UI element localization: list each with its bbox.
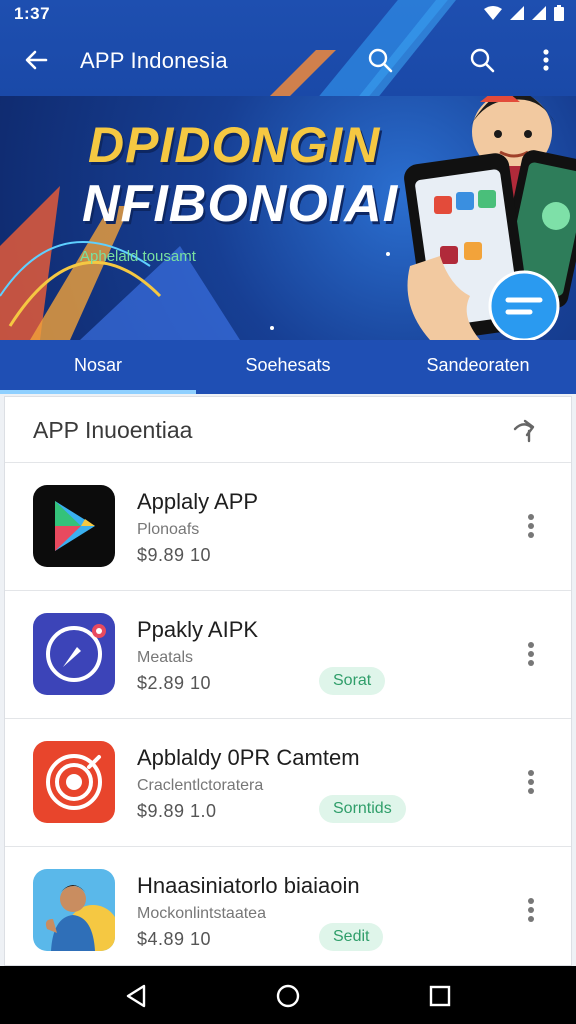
app-price: $9.89 1.0 [137, 801, 217, 821]
app-name: Ppakly AIPK [137, 617, 259, 642]
more-vert-icon[interactable] [527, 769, 535, 795]
app-price: $4.89 10 [137, 929, 212, 949]
target-app-icon [33, 741, 115, 823]
app-name: Applaly APP [137, 489, 259, 514]
app-category: Meatals [137, 649, 194, 666]
promo-banner[interactable]: DPIDONGIN NFIBONOIAI Aphelald tousamt [0, 96, 576, 340]
arrow-back-icon[interactable] [22, 46, 50, 74]
more-vert-icon[interactable] [527, 513, 535, 539]
status-bar: 1:37 [0, 0, 576, 26]
banner-headline: DPIDONGIN [88, 117, 381, 173]
battery-icon [554, 5, 564, 21]
wifi-icon [484, 6, 502, 20]
status-time: 1:37 [14, 4, 51, 23]
list-title: APP Inuoentiaa [33, 417, 193, 443]
app-price: $2.89 10 [137, 673, 212, 693]
search-icon-secondary[interactable] [468, 46, 496, 74]
compass-app-icon [33, 613, 115, 695]
list-header: APP Inuoentiaa [5, 397, 571, 463]
signal-icon [510, 6, 524, 20]
status-icons [484, 5, 564, 21]
recents-nav-icon[interactable] [426, 982, 454, 1010]
more-vert-icon[interactable] [527, 641, 535, 667]
banner-subtitle: Aphelald tousamt [80, 248, 196, 265]
app-name: Hnaasiniatorlo biaiaoin [137, 873, 360, 898]
back-nav-icon[interactable] [122, 982, 150, 1010]
app-category: Mockonlintstaatea [137, 905, 266, 922]
app-category: Plonoafs [137, 521, 200, 538]
more-vert-icon[interactable] [532, 46, 560, 74]
list-item[interactable]: Hnaasiniatorlo biaiaoin Mockonlintstaate… [5, 847, 571, 965]
signal-icon-2 [532, 6, 546, 20]
search-icon[interactable] [366, 46, 394, 74]
app-category: Craclentlctoratera [137, 777, 264, 794]
app-price: $9.89 10 [137, 545, 212, 565]
top-bar: 1:37 APP Indonesia [0, 0, 576, 100]
app-bar: APP Indonesia [0, 26, 576, 96]
tab-sandeoraten[interactable]: Sandeoraten [380, 340, 576, 394]
app-list-card: APP Inuoentiaa Applaly APP Plonoafs $9.8… [4, 396, 572, 966]
person-app-icon [33, 869, 115, 951]
app-name: Apblaldy 0PR Camtem [137, 745, 360, 770]
more-vert-icon[interactable] [527, 897, 535, 923]
google-play-icon [33, 485, 115, 567]
app-screen: 1:37 APP Indonesia DPIDONGIN NFIBONOIAI … [0, 0, 576, 1024]
list-item[interactable]: Applaly APP Plonoafs $9.89 10 [5, 463, 571, 591]
system-nav-bar [0, 966, 576, 1024]
arrow-forward-icon[interactable] [513, 417, 541, 443]
status-badge[interactable]: Sedit [319, 923, 384, 951]
status-badge[interactable]: Sorat [319, 667, 386, 695]
banner-headline-secondary: NFIBONOIAI [82, 175, 399, 233]
list-item[interactable]: Apblaldy 0PR Camtem Craclentlctoratera $… [5, 719, 571, 847]
status-badge[interactable]: Sorntids [319, 795, 406, 823]
app-bar-title: APP Indonesia [80, 48, 228, 73]
home-nav-icon[interactable] [274, 982, 302, 1010]
tab-soehesats[interactable]: Soehesats [190, 340, 386, 394]
tab-bar: Nosar Soehesats Sandeoraten [0, 340, 576, 394]
tab-nosar[interactable]: Nosar [0, 340, 196, 394]
list-item[interactable]: Ppakly AIPK Meatals $2.89 10 Sorat [5, 591, 571, 719]
